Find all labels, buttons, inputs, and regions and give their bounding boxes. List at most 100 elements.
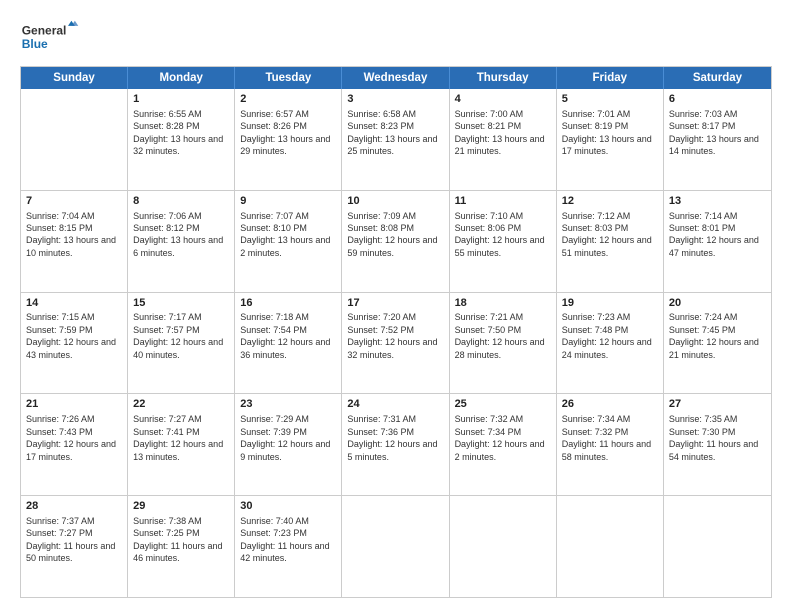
calendar-cell: 16Sunrise: 7:18 AMSunset: 7:54 PMDayligh… bbox=[235, 293, 342, 394]
day-number: 11 bbox=[455, 194, 551, 209]
cell-info: Sunrise: 7:38 AMSunset: 7:25 PMDaylight:… bbox=[133, 516, 222, 563]
calendar-cell: 25 Sunrise: 7:32 AMSunset: 7:34 PMDayligh… bbox=[450, 394, 557, 495]
day-number: 4 bbox=[455, 92, 551, 107]
calendar-header-cell: Monday bbox=[128, 67, 235, 89]
calendar-header-cell: Saturday bbox=[664, 67, 771, 89]
cell-info: Sunrise: 7:26 AMSunset: 7:43 PMDaylight:… bbox=[26, 414, 116, 461]
cell-info: Sunrise: 7:21 AMSunset: 7:50 PMDaylight:… bbox=[455, 312, 545, 359]
cell-info: Sunrise: 7:07 AMSunset: 8:10 PMDaylight:… bbox=[240, 211, 330, 258]
day-number: 18 bbox=[455, 296, 551, 311]
day-number: 12 bbox=[562, 194, 658, 209]
calendar-header-cell: Wednesday bbox=[342, 67, 449, 89]
calendar-cell bbox=[664, 496, 771, 597]
svg-text:General: General bbox=[22, 23, 67, 37]
cell-info: Sunrise: 7:40 AMSunset: 7:23 PMDaylight:… bbox=[240, 516, 329, 563]
day-number: 23 bbox=[240, 397, 336, 412]
day-number: 25 bbox=[455, 397, 551, 412]
calendar-cell: 11 Sunrise: 7:10 AMSunset: 8:06 PMDayligh… bbox=[450, 191, 557, 292]
calendar-cell: 12 Sunrise: 7:12 AMSunset: 8:03 PMDayligh… bbox=[557, 191, 664, 292]
day-number: 9 bbox=[240, 194, 336, 209]
cell-info: Sunrise: 7:18 AMSunset: 7:54 PMDaylight:… bbox=[240, 312, 330, 359]
calendar-cell: 20Sunrise: 7:24 AMSunset: 7:45 PMDayligh… bbox=[664, 293, 771, 394]
cell-info: Sunrise: 7:10 AMSunset: 8:06 PMDaylight:… bbox=[455, 211, 545, 258]
cell-info: Sunrise: 7:34 AMSunset: 7:32 PMDaylight:… bbox=[562, 414, 651, 461]
cell-info: Sunrise: 7:12 AMSunset: 8:03 PMDaylight:… bbox=[562, 211, 652, 258]
calendar-cell: 23 Sunrise: 7:29 AMSunset: 7:39 PMDayligh… bbox=[235, 394, 342, 495]
calendar-cell bbox=[342, 496, 449, 597]
calendar-cell: 24 Sunrise: 7:31 AMSunset: 7:36 PMDayligh… bbox=[342, 394, 449, 495]
svg-text:Blue: Blue bbox=[22, 37, 48, 51]
day-number: 6 bbox=[669, 92, 766, 107]
day-number: 10 bbox=[347, 194, 443, 209]
cell-info: Sunrise: 7:20 AMSunset: 7:52 PMDaylight:… bbox=[347, 312, 437, 359]
calendar-cell: 8Sunrise: 7:06 AMSunset: 8:12 PMDaylight… bbox=[128, 191, 235, 292]
day-number: 5 bbox=[562, 92, 658, 107]
cell-info: Sunrise: 7:31 AMSunset: 7:36 PMDaylight:… bbox=[347, 414, 437, 461]
calendar-cell: 29 Sunrise: 7:38 AMSunset: 7:25 PMDayligh… bbox=[128, 496, 235, 597]
cell-info: Sunrise: 7:29 AMSunset: 7:39 PMDaylight:… bbox=[240, 414, 330, 461]
calendar-cell: 13 Sunrise: 7:14 AMSunset: 8:01 PMDayligh… bbox=[664, 191, 771, 292]
calendar-cell: 21 Sunrise: 7:26 AMSunset: 7:43 PMDayligh… bbox=[21, 394, 128, 495]
calendar-cell: 9 Sunrise: 7:07 AMSunset: 8:10 PMDaylight… bbox=[235, 191, 342, 292]
calendar-header-cell: Sunday bbox=[21, 67, 128, 89]
calendar-cell: 3 Sunrise: 6:58 AMSunset: 8:23 PMDaylight… bbox=[342, 89, 449, 190]
calendar-cell: 10 Sunrise: 7:09 AMSunset: 8:08 PMDayligh… bbox=[342, 191, 449, 292]
calendar-cell: 4Sunrise: 7:00 AMSunset: 8:21 PMDaylight… bbox=[450, 89, 557, 190]
cell-info: Sunrise: 7:35 AMSunset: 7:30 PMDaylight:… bbox=[669, 414, 758, 461]
cell-info: Sunrise: 7:17 AMSunset: 7:57 PMDaylight:… bbox=[133, 312, 223, 359]
calendar-body: 1Sunrise: 6:55 AMSunset: 8:28 PMDaylight… bbox=[21, 89, 771, 597]
cell-info: Sunrise: 7:15 AMSunset: 7:59 PMDaylight:… bbox=[26, 312, 116, 359]
calendar-week-row: 28 Sunrise: 7:37 AMSunset: 7:27 PMDayligh… bbox=[21, 496, 771, 597]
calendar-cell: 27 Sunrise: 7:35 AMSunset: 7:30 PMDayligh… bbox=[664, 394, 771, 495]
calendar-cell: 26 Sunrise: 7:34 AMSunset: 7:32 PMDayligh… bbox=[557, 394, 664, 495]
calendar-cell: 6 Sunrise: 7:03 AMSunset: 8:17 PMDaylight… bbox=[664, 89, 771, 190]
calendar-cell bbox=[450, 496, 557, 597]
calendar-cell: 5Sunrise: 7:01 AMSunset: 8:19 PMDaylight… bbox=[557, 89, 664, 190]
day-number: 29 bbox=[133, 499, 229, 514]
calendar-header-cell: Thursday bbox=[450, 67, 557, 89]
calendar-cell: 2 Sunrise: 6:57 AMSunset: 8:26 PMDaylight… bbox=[235, 89, 342, 190]
cell-info: Sunrise: 7:04 AMSunset: 8:15 PMDaylight:… bbox=[26, 211, 116, 258]
calendar-cell: 28 Sunrise: 7:37 AMSunset: 7:27 PMDayligh… bbox=[21, 496, 128, 597]
day-number: 13 bbox=[669, 194, 766, 209]
cell-info: Sunrise: 6:55 AMSunset: 8:28 PMDaylight:… bbox=[133, 109, 223, 156]
day-number: 20 bbox=[669, 296, 766, 311]
header: General Blue bbox=[20, 18, 772, 56]
cell-info: Sunrise: 6:58 AMSunset: 8:23 PMDaylight:… bbox=[347, 109, 437, 156]
calendar-cell: 18Sunrise: 7:21 AMSunset: 7:50 PMDayligh… bbox=[450, 293, 557, 394]
calendar-cell: 17Sunrise: 7:20 AMSunset: 7:52 PMDayligh… bbox=[342, 293, 449, 394]
day-number: 21 bbox=[26, 397, 122, 412]
logo: General Blue bbox=[20, 18, 80, 56]
day-number: 27 bbox=[669, 397, 766, 412]
calendar-cell: 14Sunrise: 7:15 AMSunset: 7:59 PMDayligh… bbox=[21, 293, 128, 394]
calendar-week-row: 7 Sunrise: 7:04 AMSunset: 8:15 PMDaylight… bbox=[21, 191, 771, 293]
calendar-week-row: 21 Sunrise: 7:26 AMSunset: 7:43 PMDayligh… bbox=[21, 394, 771, 496]
calendar-header-cell: Tuesday bbox=[235, 67, 342, 89]
calendar-week-row: 1Sunrise: 6:55 AMSunset: 8:28 PMDaylight… bbox=[21, 89, 771, 191]
cell-info: Sunrise: 6:57 AMSunset: 8:26 PMDaylight:… bbox=[240, 109, 330, 156]
calendar-cell: 7 Sunrise: 7:04 AMSunset: 8:15 PMDaylight… bbox=[21, 191, 128, 292]
day-number: 7 bbox=[26, 194, 122, 209]
cell-info: Sunrise: 7:03 AMSunset: 8:17 PMDaylight:… bbox=[669, 109, 759, 156]
day-number: 3 bbox=[347, 92, 443, 107]
day-number: 17 bbox=[347, 296, 443, 311]
cell-info: Sunrise: 7:32 AMSunset: 7:34 PMDaylight:… bbox=[455, 414, 545, 461]
calendar-cell: 15Sunrise: 7:17 AMSunset: 7:57 PMDayligh… bbox=[128, 293, 235, 394]
day-number: 28 bbox=[26, 499, 122, 514]
day-number: 30 bbox=[240, 499, 336, 514]
calendar-cell: 19Sunrise: 7:23 AMSunset: 7:48 PMDayligh… bbox=[557, 293, 664, 394]
day-number: 24 bbox=[347, 397, 443, 412]
calendar-cell: 22 Sunrise: 7:27 AMSunset: 7:41 PMDayligh… bbox=[128, 394, 235, 495]
cell-info: Sunrise: 7:24 AMSunset: 7:45 PMDaylight:… bbox=[669, 312, 759, 359]
day-number: 2 bbox=[240, 92, 336, 107]
day-number: 8 bbox=[133, 194, 229, 209]
day-number: 15 bbox=[133, 296, 229, 311]
logo-svg: General Blue bbox=[20, 18, 80, 56]
cell-info: Sunrise: 7:27 AMSunset: 7:41 PMDaylight:… bbox=[133, 414, 223, 461]
cell-info: Sunrise: 7:37 AMSunset: 7:27 PMDaylight:… bbox=[26, 516, 115, 563]
day-number: 19 bbox=[562, 296, 658, 311]
cell-info: Sunrise: 7:09 AMSunset: 8:08 PMDaylight:… bbox=[347, 211, 437, 258]
cell-info: Sunrise: 7:14 AMSunset: 8:01 PMDaylight:… bbox=[669, 211, 759, 258]
day-number: 26 bbox=[562, 397, 658, 412]
day-number: 22 bbox=[133, 397, 229, 412]
